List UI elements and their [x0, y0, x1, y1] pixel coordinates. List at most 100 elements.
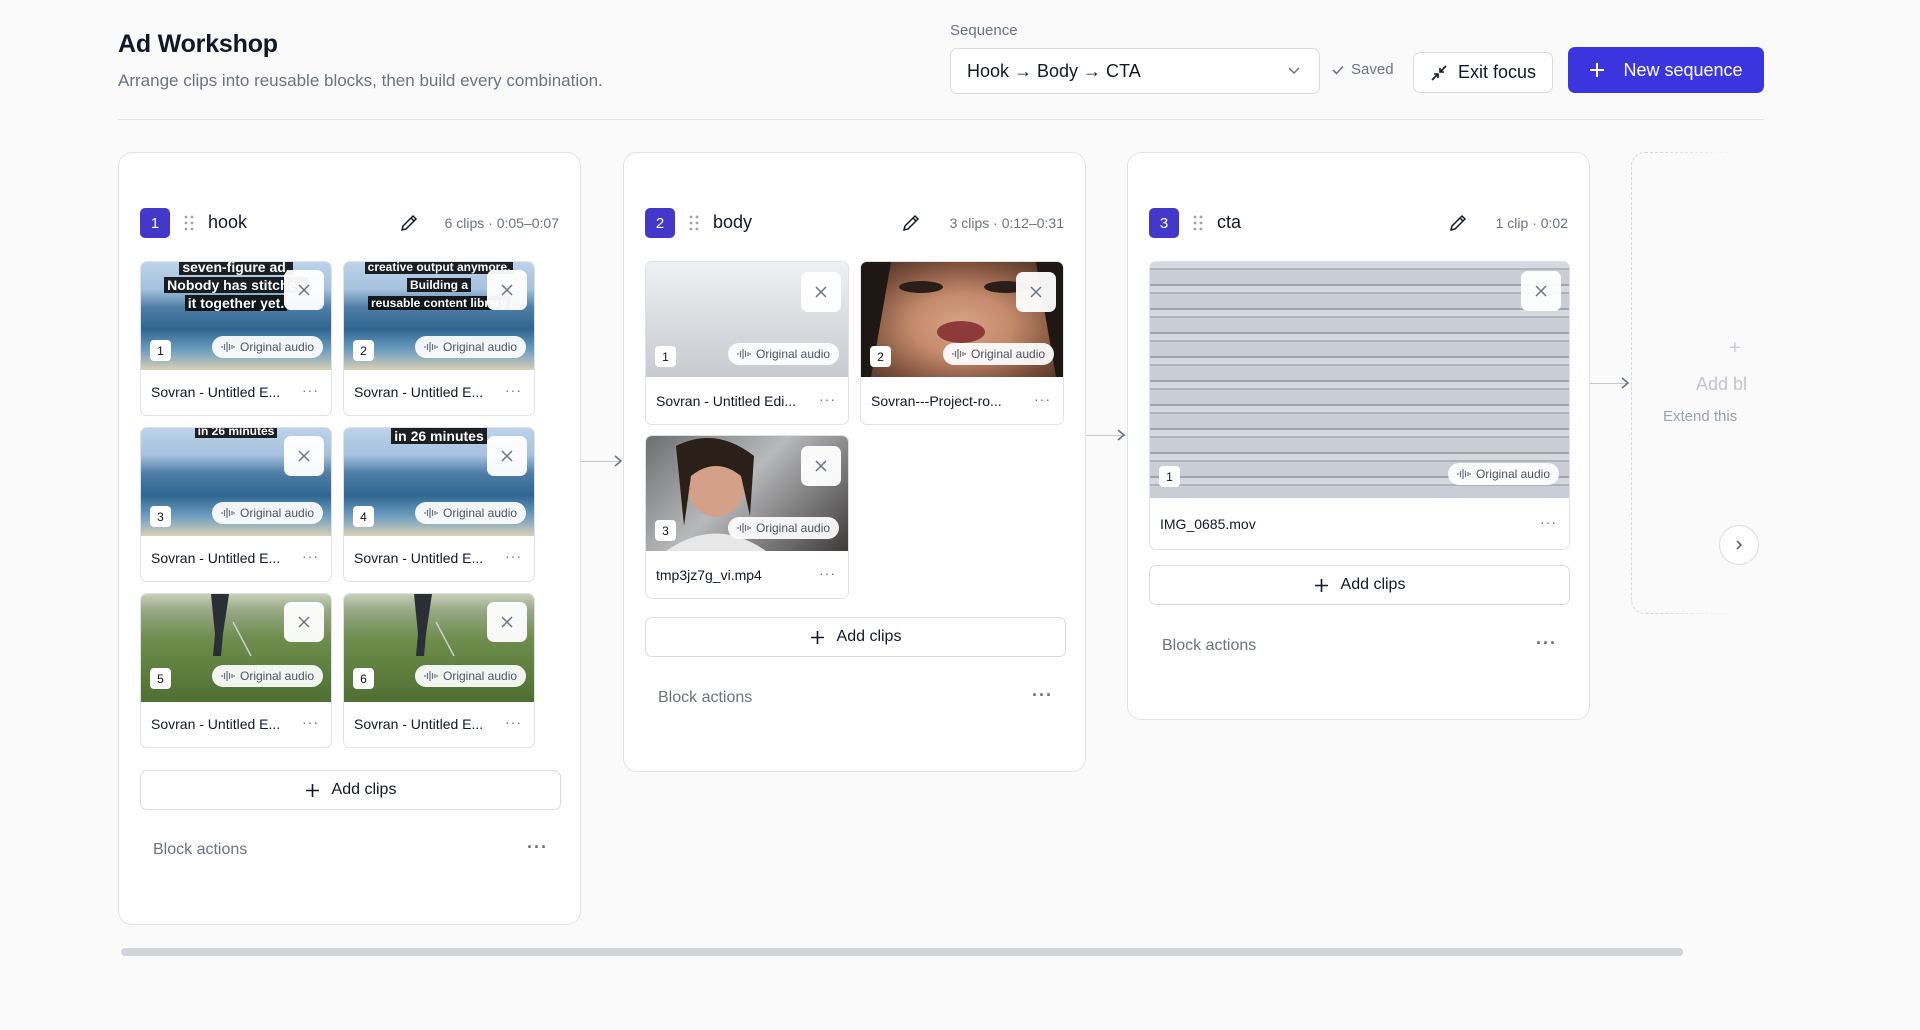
caption-line: Building a: [407, 278, 471, 292]
block-actions-menu-button[interactable]: ···: [527, 837, 548, 858]
block-actions-menu-button[interactable]: ···: [1032, 685, 1053, 706]
audio-label: Original audio: [756, 347, 831, 361]
drag-handle-icon[interactable]: [689, 215, 699, 231]
edit-icon[interactable]: [399, 213, 419, 233]
block-duration: 0:12–0:31: [1001, 215, 1064, 231]
clip-index: 1: [655, 346, 676, 367]
audio-badge[interactable]: Original audio: [728, 517, 840, 539]
waveform-icon: [952, 349, 966, 359]
add-clips-button[interactable]: Add clips: [140, 770, 561, 810]
remove-clip-button[interactable]: [801, 446, 841, 486]
new-sequence-button[interactable]: New sequence: [1568, 47, 1764, 93]
waveform-icon: [737, 523, 751, 533]
scroll-next-button[interactable]: [1719, 525, 1759, 565]
audio-badge[interactable]: Original audio: [1447, 463, 1559, 485]
clip-card[interactable]: in 26 minutes 4 Original audio Sovran - …: [343, 427, 535, 582]
remove-clip-button[interactable]: [1016, 272, 1056, 312]
clip-menu-button[interactable]: ···: [302, 382, 319, 398]
clip-name: Sovran - Untitled E...: [354, 716, 484, 732]
clip-menu-button[interactable]: ···: [302, 714, 319, 730]
audio-badge[interactable]: Original audio: [415, 336, 527, 358]
remove-clip-button[interactable]: [487, 602, 527, 642]
remove-clip-button[interactable]: [284, 436, 324, 476]
clip-index: 3: [150, 506, 171, 527]
meta-separator: ·: [993, 215, 998, 231]
header: Ad Workshop Arrange clips into reusable …: [118, 22, 1764, 120]
block-actions-menu-button[interactable]: ···: [1536, 633, 1557, 654]
clip-card[interactable]: 2 Original audio Sovran---Project-ro... …: [860, 261, 1064, 425]
block-number-badge: 1: [140, 208, 170, 238]
clip-card[interactable]: 6 Original audio Sovran - Untitled E... …: [343, 593, 535, 748]
clip-menu-button[interactable]: ···: [302, 548, 319, 564]
audio-badge[interactable]: Original audio: [212, 665, 324, 687]
clip-card[interactable]: 1 Original audio Sovran - Untitled Edi..…: [645, 261, 849, 425]
clip-card[interactable]: 5 Original audio Sovran - Untitled E... …: [140, 593, 332, 748]
check-icon: [1332, 65, 1344, 75]
chevron-right-icon: [1621, 377, 1630, 389]
close-icon: [501, 284, 513, 296]
clip-card[interactable]: creative output anymore. Building a reus…: [343, 261, 535, 416]
block-header: 2 body 3 clips · 0:12–0:31: [645, 208, 1064, 238]
audio-label: Original audio: [443, 340, 518, 354]
clip-name: IMG_0685.mov: [1160, 516, 1256, 532]
clip-menu-button[interactable]: ···: [505, 714, 522, 730]
audio-label: Original audio: [240, 506, 315, 520]
clip-menu-button[interactable]: ···: [505, 382, 522, 398]
clip-card[interactable]: seven-figure ad. Nobody has stitched it …: [140, 261, 332, 416]
remove-clip-button[interactable]: [487, 436, 527, 476]
clip-thumbnail: seven-figure ad. Nobody has stitched it …: [141, 262, 331, 370]
clip-menu-button[interactable]: ···: [819, 391, 836, 407]
clip-card[interactable]: 3 Original audio tmp3jz7g_vi.mp4 ···: [645, 435, 849, 599]
close-icon: [298, 616, 310, 628]
caption-line: it together yet.: [184, 295, 288, 311]
block-cta: 3 cta 1 clip · 0:02 1 Original audio IMG…: [1127, 152, 1590, 720]
chevron-right-icon: [1736, 540, 1743, 550]
add-clips-button[interactable]: Add clips: [1149, 565, 1570, 605]
drag-handle-icon[interactable]: [184, 215, 194, 231]
remove-clip-button[interactable]: [801, 272, 841, 312]
remove-clip-button[interactable]: [284, 602, 324, 642]
close-icon: [501, 450, 513, 462]
exit-focus-button[interactable]: Exit focus: [1413, 52, 1553, 93]
audio-badge[interactable]: Original audio: [943, 343, 1055, 365]
clip-thumbnail: in 26 minutes 3 Original audio: [141, 428, 331, 536]
edit-icon[interactable]: [901, 213, 921, 233]
new-sequence-label: New sequence: [1623, 59, 1743, 80]
clip-menu-button[interactable]: ···: [819, 565, 836, 581]
audio-badge[interactable]: Original audio: [415, 665, 527, 687]
clip-thumbnail: in 26 minutes 4 Original audio: [344, 428, 534, 536]
close-icon: [501, 616, 513, 628]
clip-thumbnail: 1 Original audio: [646, 262, 848, 377]
remove-clip-button[interactable]: [284, 270, 324, 310]
block-number-badge: 3: [1149, 208, 1179, 238]
horizontal-scrollbar[interactable]: [121, 948, 1683, 956]
plus-icon: [305, 783, 319, 797]
clip-menu-button[interactable]: ···: [505, 548, 522, 564]
remove-clip-button[interactable]: [487, 270, 527, 310]
clip-card[interactable]: in 26 minutes 3 Original audio Sovran - …: [140, 427, 332, 582]
close-icon: [1535, 285, 1547, 297]
sequence-select[interactable]: Hook → Body → CTA: [950, 48, 1320, 94]
waveform-icon: [221, 508, 235, 518]
audio-badge[interactable]: Original audio: [212, 502, 324, 524]
clip-card[interactable]: 1 Original audio IMG_0685.mov ···: [1149, 261, 1570, 550]
clip-menu-button[interactable]: ···: [1034, 391, 1051, 407]
audio-badge[interactable]: Original audio: [415, 502, 527, 524]
audio-badge[interactable]: Original audio: [728, 343, 840, 365]
clip-thumbnail: 3 Original audio: [646, 436, 848, 551]
clip-count: 3 clips: [949, 215, 990, 231]
clip-index: 1: [150, 340, 171, 361]
audio-badge[interactable]: Original audio: [212, 336, 324, 358]
add-clips-button[interactable]: Add clips: [645, 617, 1066, 657]
add-clips-label: Add clips: [331, 781, 397, 798]
close-icon: [1030, 286, 1042, 298]
edit-icon[interactable]: [1448, 213, 1468, 233]
audio-label: Original audio: [240, 669, 315, 683]
clip-thumbnail: 1 Original audio: [1150, 262, 1569, 498]
drag-handle-icon[interactable]: [1193, 215, 1203, 231]
close-icon: [815, 460, 827, 472]
clip-name: Sovran - Untitled Edi...: [656, 393, 797, 409]
clip-menu-button[interactable]: ···: [1540, 514, 1557, 530]
remove-clip-button[interactable]: [1521, 271, 1561, 311]
chevron-right-icon: [1117, 429, 1126, 441]
